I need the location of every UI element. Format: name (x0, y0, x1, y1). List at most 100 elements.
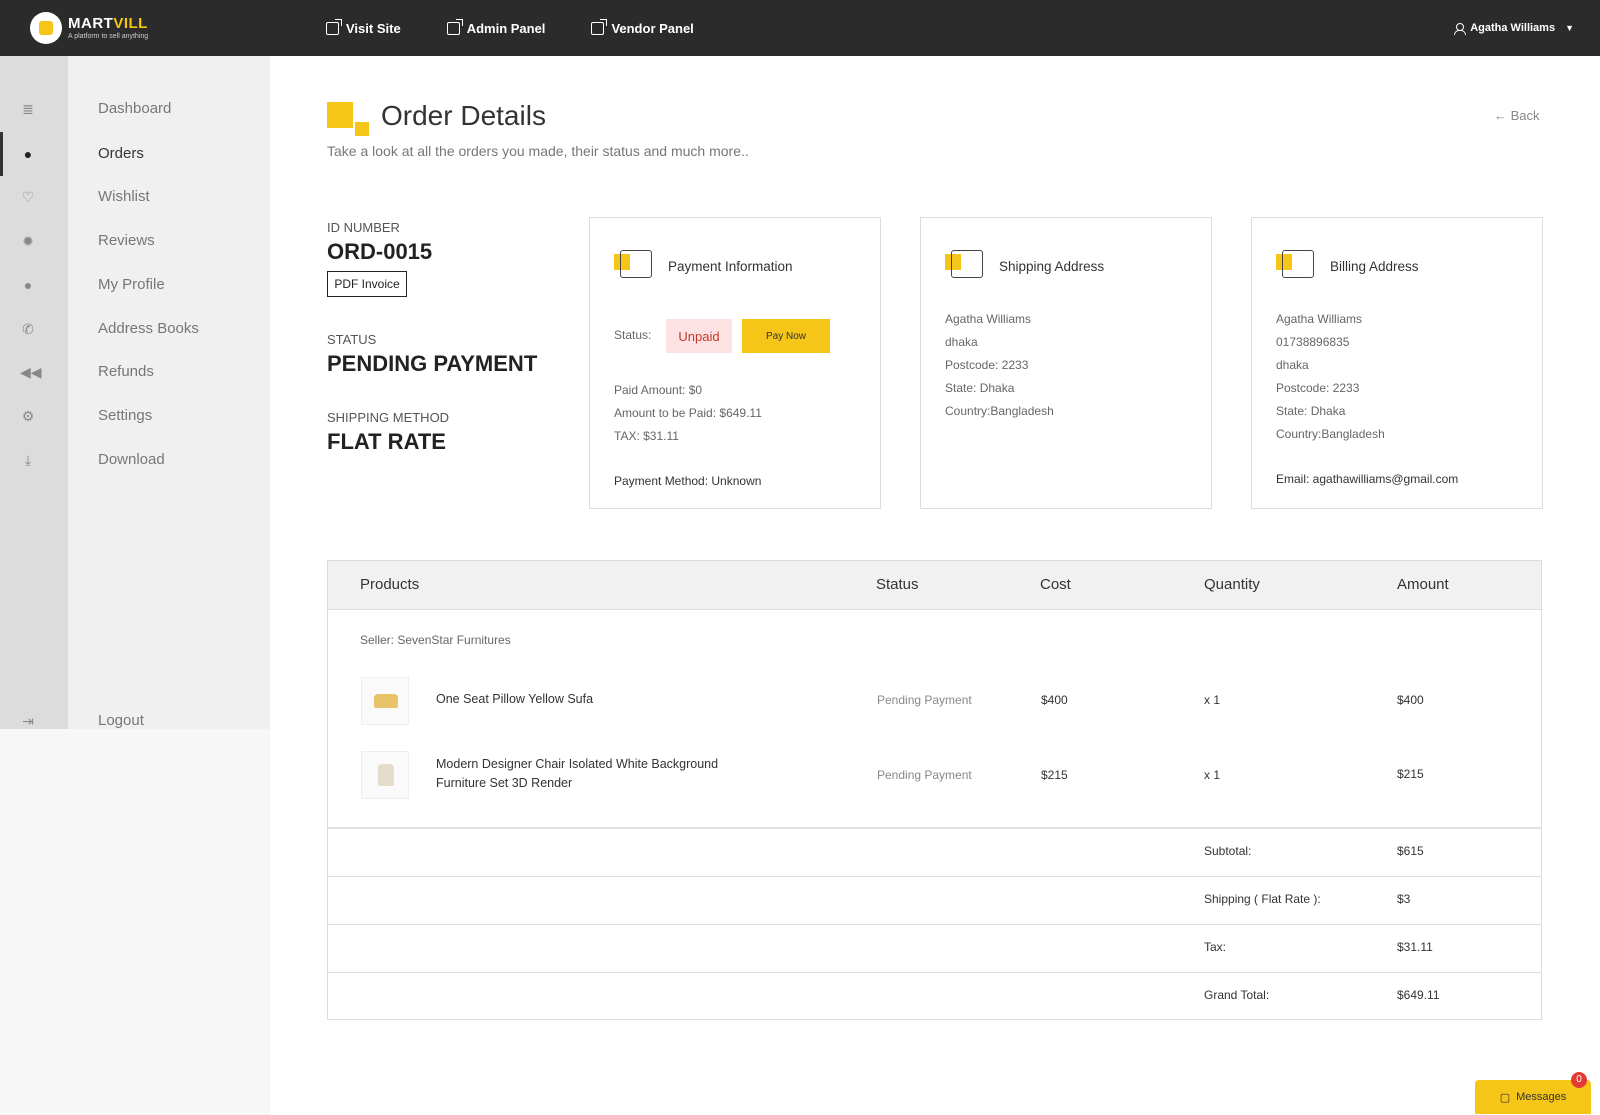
subtotal-value: $615 (1397, 844, 1424, 858)
billing-email: Email: agathawilliams@gmail.com (1276, 472, 1459, 486)
product-quantity: x 1 (1204, 693, 1221, 707)
product-name[interactable]: One Seat Pillow Yellow Sufa (436, 690, 776, 709)
column-header-products: Products (360, 576, 420, 593)
pay-now-button[interactable]: Pay Now (742, 319, 830, 353)
product-amount: $400 (1397, 693, 1424, 707)
payment-info-card: Payment Information Status: Unpaid Pay N… (589, 217, 881, 509)
shipping-line: Postcode: 2233 (945, 358, 1029, 372)
heart-icon[interactable]: ♡ (20, 189, 36, 205)
external-link-icon (326, 18, 342, 35)
phone-icon[interactable]: ✆ (20, 321, 36, 337)
payment-info-title: Payment Information (668, 258, 793, 274)
title-square-small-icon (355, 122, 369, 136)
product-name[interactable]: Modern Designer Chair Isolated White Bac… (436, 755, 746, 793)
divider (328, 972, 1541, 973)
paid-amount: Paid Amount: $0 (614, 383, 703, 397)
visit-site-link[interactable]: Visit Site (326, 18, 401, 36)
apple-icon[interactable]: ● (20, 146, 36, 162)
billing-line: Country:Bangladesh (1276, 427, 1385, 441)
page-title: Order Details (381, 100, 546, 131)
star-badge-icon[interactable]: ✹ (20, 233, 36, 249)
seller-name: Seller: SevenStar Furnitures (360, 633, 511, 647)
pdf-invoice-button[interactable]: PDF Invoice (327, 271, 407, 297)
billing-line: dhaka (1276, 358, 1309, 372)
product-amount: $215 (1397, 767, 1424, 781)
column-header-quantity: Quantity (1204, 576, 1260, 593)
product-thumbnail[interactable] (361, 751, 409, 799)
status-label: STATUS (327, 332, 377, 347)
shipping-cost-value: $3 (1397, 892, 1411, 906)
divider (328, 924, 1541, 925)
user-icon[interactable]: ● (20, 277, 36, 293)
product-cost: $400 (1041, 693, 1068, 707)
billing-address-title: Billing Address (1330, 258, 1419, 274)
divider (328, 827, 1541, 829)
brand-logo[interactable]: MARTVILL A platform to sell anything (30, 12, 148, 44)
user-name: Agatha Williams (1470, 22, 1556, 34)
title-square-icon (327, 102, 353, 128)
logout-icon[interactable]: ⇥ (20, 713, 36, 729)
billing-line: Agatha Williams (1276, 312, 1363, 326)
products-table: Products Status Cost Quantity Amount Sel… (327, 560, 1542, 1020)
sidebar-filler (0, 729, 270, 1115)
invoice-icon (1276, 250, 1316, 282)
arrow-left-icon: ← (1494, 108, 1511, 123)
brand-name: MARTVILL (68, 15, 148, 32)
gear-icon[interactable]: ⚙ (20, 408, 36, 424)
sidebar-item-reviews[interactable]: Reviews (98, 232, 155, 249)
subtotal-label: Subtotal: (1204, 844, 1252, 858)
shipping-method: FLAT RATE (327, 429, 446, 454)
credit-card-icon (614, 250, 654, 282)
payment-status-label: Status: (614, 328, 652, 342)
product-thumbnail[interactable] (361, 677, 409, 725)
vendor-panel-link[interactable]: Vendor Panel (591, 18, 694, 36)
admin-panel-link[interactable]: Admin Panel (446, 18, 545, 36)
billing-line: 01738896835 (1276, 335, 1350, 349)
divider (328, 876, 1541, 877)
sidebar-item-logout[interactable]: Logout (98, 712, 144, 729)
active-indicator (0, 132, 3, 176)
product-cost: $215 (1041, 768, 1068, 782)
billing-line: State: Dhaka (1276, 404, 1346, 418)
top-nav: Visit Site Admin Panel Vendor Panel (326, 0, 694, 56)
bag-icon (30, 12, 62, 44)
column-header-status: Status (876, 576, 919, 593)
back-link[interactable]: ← Back (1494, 108, 1540, 123)
amount-to-be-paid: Amount to be Paid: $649.11 (614, 406, 762, 420)
sidebar-item-download[interactable]: Download (98, 451, 165, 468)
grand-total-label: Grand Total: (1204, 988, 1270, 1002)
shipping-address-title: Shipping Address (999, 258, 1105, 274)
caret-down-icon: ▼ (1565, 23, 1574, 33)
product-status: Pending Payment (877, 768, 972, 782)
chat-icon: ▢ (1499, 1091, 1511, 1104)
user-menu[interactable]: Agatha Williams ▼ (1454, 0, 1574, 56)
top-bar: MARTVILL A platform to sell anything Vis… (0, 0, 1600, 56)
sidebar-item-orders[interactable]: Orders (98, 145, 144, 162)
grand-total-value: $649.11 (1397, 988, 1440, 1002)
shipping-cost-label: Shipping ( Flat Rate ): (1204, 892, 1321, 906)
messages-count-badge: 0 (1571, 1072, 1587, 1088)
shipping-method-label: SHIPPING METHOD (327, 410, 450, 425)
sidebar-item-address-books[interactable]: Address Books (98, 320, 199, 337)
product-quantity: x 1 (1204, 768, 1221, 782)
external-link-icon (591, 18, 608, 35)
payment-tax: TAX: $31.11 (614, 429, 679, 443)
order-status: PENDING PAYMENT (327, 351, 538, 376)
sidebar-item-dashboard[interactable]: Dashboard (98, 100, 171, 117)
rewind-icon[interactable]: ◀◀ (20, 364, 42, 380)
sidebar-item-settings[interactable]: Settings (98, 407, 152, 424)
list-icon[interactable]: ≣ (20, 101, 36, 117)
download-icon[interactable]: ⤓ (20, 452, 36, 468)
sidebar-item-wishlist[interactable]: Wishlist (98, 188, 150, 205)
shipping-line: Agatha Williams (945, 312, 1032, 326)
product-status: Pending Payment (877, 693, 972, 707)
sidebar-item-refunds[interactable]: Refunds (98, 363, 154, 380)
billing-address-card: Billing Address Agatha Williams 01738896… (1251, 217, 1543, 509)
page-subtitle: Take a look at all the orders you made, … (327, 143, 749, 159)
status-badge: Unpaid (666, 319, 732, 353)
truck-icon (945, 250, 985, 282)
billing-line: Postcode: 2233 (1276, 381, 1360, 395)
tax-value: $31.11 (1397, 940, 1433, 954)
sidebar-item-my-profile[interactable]: My Profile (98, 276, 165, 293)
external-link-icon (446, 18, 463, 35)
